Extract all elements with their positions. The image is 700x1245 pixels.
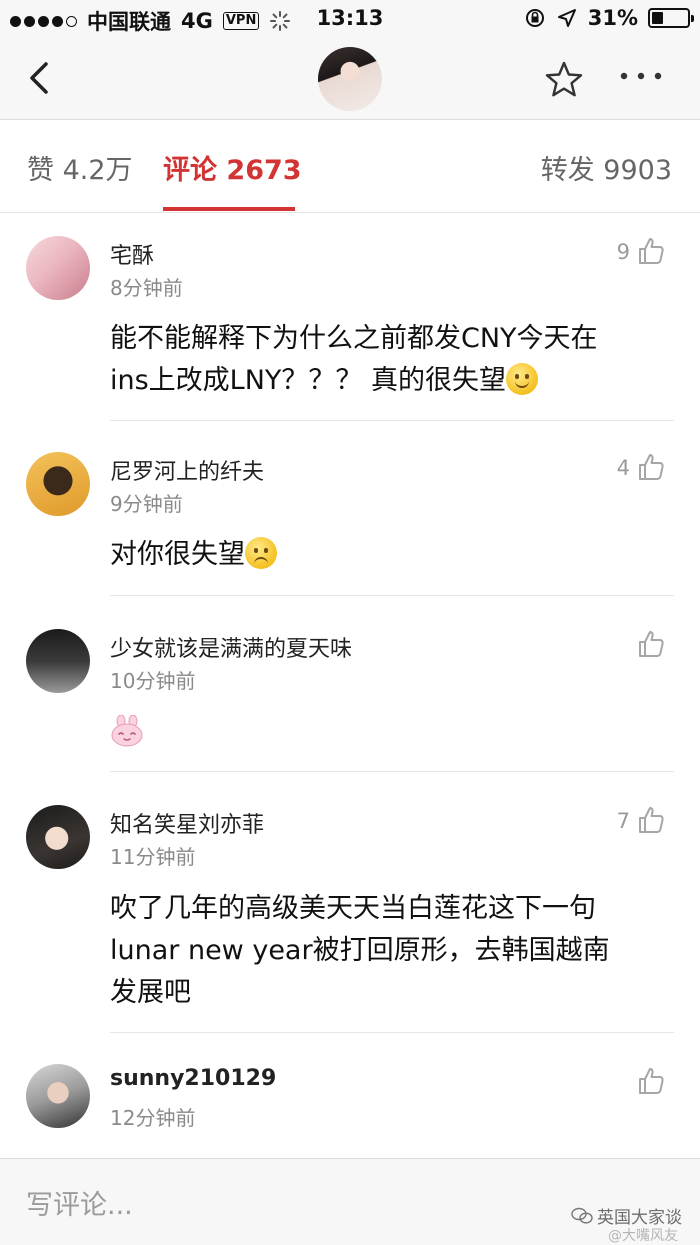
smile-emoji-icon xyxy=(506,363,538,395)
thumbs-up-icon[interactable] xyxy=(636,629,666,659)
thumbs-up-icon[interactable] xyxy=(636,805,666,835)
avatar[interactable] xyxy=(26,805,90,869)
comment-text-span: ins上改成LNY？？？ 真的很失望 xyxy=(110,365,506,396)
wechat-icon xyxy=(571,1207,593,1224)
comment-time: 11分钟前 xyxy=(110,845,196,869)
comment-username[interactable]: 尼罗河上的纤夫 xyxy=(110,454,264,486)
tab-comments-count: 2673 xyxy=(226,155,302,186)
thumbs-up-icon[interactable] xyxy=(636,236,666,266)
bunny-emoji-icon xyxy=(111,715,143,747)
like-count: 4 xyxy=(616,456,630,480)
comment-username[interactable]: 少女就该是满满的夏天味 xyxy=(110,631,352,663)
chevron-left-icon[interactable] xyxy=(22,56,62,100)
like-count: 7 xyxy=(616,809,630,833)
comment-text-line: 能不能解释下为什么之前都发CNY今天在 xyxy=(110,323,598,354)
location-arrow-icon xyxy=(557,9,576,27)
divider xyxy=(110,595,674,596)
comment-item: 尼罗河上的纤夫 9分钟前 4 对你很失望 xyxy=(0,424,700,596)
star-icon[interactable] xyxy=(544,60,584,100)
tab-reposts-count: 9903 xyxy=(603,155,672,186)
thumbs-up-icon[interactable] xyxy=(636,1066,666,1096)
battery-icon xyxy=(648,8,694,28)
comment-text-line: 吹了几年的高级美天天当白莲花这下一句 xyxy=(110,893,596,924)
tab-likes[interactable]: 赞 4.2万 xyxy=(27,148,133,187)
more-dots-icon[interactable] xyxy=(618,66,664,86)
divider xyxy=(110,420,674,421)
comment-time: 10分钟前 xyxy=(110,669,196,693)
tab-reposts-label: 转发 xyxy=(540,155,595,186)
bottom-comment-bar: 写评论... 英国大家谈 @大嘴风友 xyxy=(0,1158,700,1245)
stats-tabs: 赞 4.2万 评论 2673 转发 9903 xyxy=(0,120,700,213)
divider xyxy=(110,1032,674,1033)
comment-username[interactable]: sunny210129 xyxy=(110,1066,276,1091)
tab-comments[interactable]: 评论 2673 xyxy=(163,148,302,187)
avatar[interactable] xyxy=(26,236,90,300)
avatar[interactable] xyxy=(26,452,90,516)
comment-text-span: 对你很失望 xyxy=(110,539,245,570)
status-bar: 中国联通 4G VPN 13:13 31% xyxy=(0,0,700,38)
watermark-sub: @大嘴风友 xyxy=(608,1228,678,1244)
comment-item: 知名笑星刘亦菲 11分钟前 7 吹了几年的高级美天天当白莲花这下一句 lunar… xyxy=(0,773,700,1033)
orientation-lock-icon xyxy=(525,9,544,27)
divider xyxy=(110,771,674,772)
tab-comments-label: 评论 xyxy=(163,155,217,186)
comment-text-line: 发展吧 xyxy=(110,977,191,1008)
comment-text: 能不能解释下为什么之前都发CNY今天在 ins上改成LNY？？？ 真的很失望 xyxy=(110,318,670,402)
active-tab-indicator xyxy=(163,207,295,211)
like-count: 9 xyxy=(616,240,630,264)
thumbs-up-icon[interactable] xyxy=(636,452,666,482)
tab-likes-count: 4.2万 xyxy=(62,155,133,186)
profile-avatar[interactable] xyxy=(318,47,382,111)
comment-text-line: lunar new year被打回原形，去韩国越南 xyxy=(110,935,610,966)
tab-likes-label: 赞 xyxy=(27,155,54,186)
comment-time: 9分钟前 xyxy=(110,492,183,516)
nav-bar xyxy=(0,38,700,120)
comment-text: 对你很失望 xyxy=(110,534,670,576)
write-comment-input[interactable]: 写评论... xyxy=(26,1183,133,1222)
comment-username[interactable]: 宅酥 xyxy=(110,238,154,270)
sad-emoji-icon xyxy=(245,537,277,569)
avatar[interactable] xyxy=(26,629,90,693)
status-right: 31% xyxy=(524,6,694,30)
comment-item: 少女就该是满满的夏天味 10分钟前 xyxy=(0,597,700,772)
comment-item: sunny210129 12分钟前 xyxy=(0,1034,700,1158)
comment-text: 吹了几年的高级美天天当白莲花这下一句 lunar new year被打回原形，去… xyxy=(110,888,670,1014)
avatar[interactable] xyxy=(26,1064,90,1128)
comment-item: 宅酥 8分钟前 9 能不能解释下为什么之前都发CNY今天在 ins上改成LNY？… xyxy=(0,214,700,422)
tab-reposts[interactable]: 转发 9903 xyxy=(541,148,672,187)
comment-text-line: ins上改成LNY？？？ 真的很失望 xyxy=(110,360,670,402)
comment-time: 12分钟前 xyxy=(110,1106,196,1130)
comment-time: 8分钟前 xyxy=(110,276,183,300)
battery-percent: 31% xyxy=(587,6,638,30)
comment-username[interactable]: 知名笑星刘亦菲 xyxy=(110,807,264,839)
